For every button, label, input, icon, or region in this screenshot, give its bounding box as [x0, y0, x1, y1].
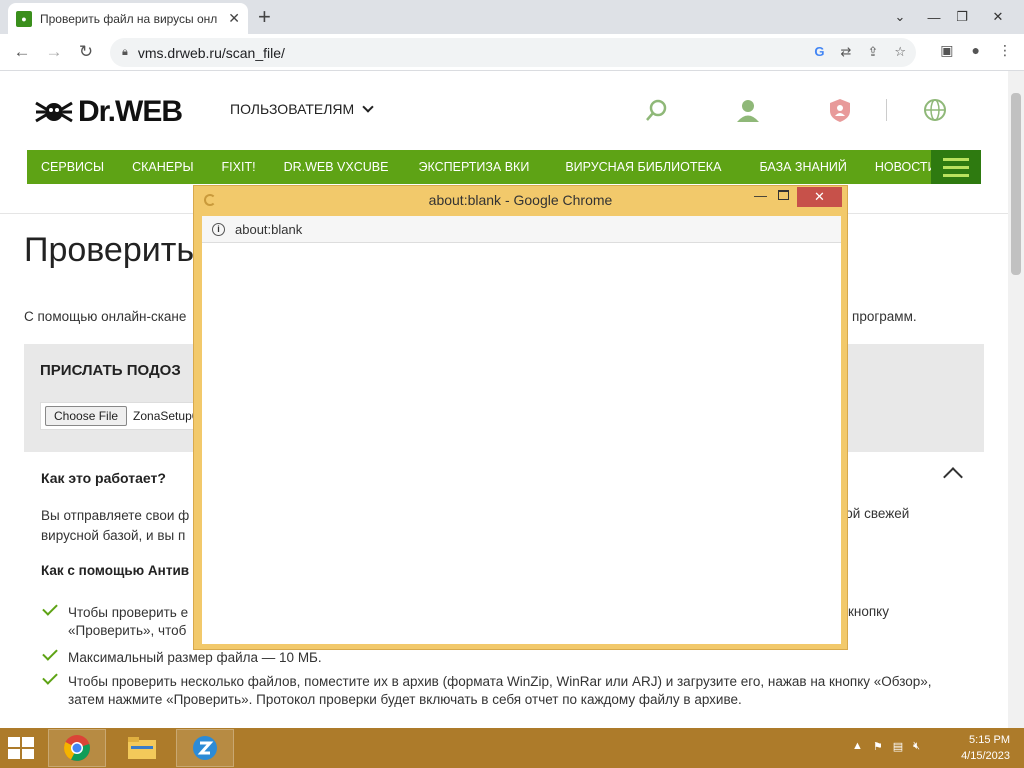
check-icon	[42, 669, 58, 685]
tab-title: Проверить файл на вирусы онл	[40, 11, 218, 26]
new-tab-button[interactable]: +	[258, 4, 271, 30]
address-bar[interactable]: 🔒︎ vms.drweb.ru/scan_file/ G ⇄ ⇪ ☆	[110, 38, 916, 67]
nav-item-fixit[interactable]: FIXIT!	[208, 160, 270, 174]
users-menu-label: ПОЛЬЗОВАТЕЛЯМ	[230, 101, 355, 117]
support-icon[interactable]	[735, 97, 761, 123]
popup-address-bar: i about:blank	[202, 216, 841, 243]
popup-url: about:blank	[235, 221, 303, 237]
users-menu[interactable]: ПОЛЬЗОВАТЕЛЯМ	[230, 101, 374, 117]
nav-item-virus-library[interactable]: ВИРУСНАЯ БИБЛИОТЕКА	[545, 160, 741, 174]
drweb-favicon-icon: ●	[16, 10, 32, 27]
translate-icon[interactable]: ⇄	[841, 44, 852, 60]
list-item-text: затем нажмите «Проверить». Протокол пров…	[68, 692, 742, 707]
choose-file-button[interactable]: Choose File	[45, 406, 128, 426]
lock-icon: 🔒︎	[122, 46, 128, 58]
side-panel-icon[interactable]: ▣	[940, 42, 953, 59]
file-name: ZonaSetup6	[133, 409, 199, 423]
tray-chevron-up-icon[interactable]: ▲	[852, 740, 863, 753]
clock[interactable]: 5:15 PM 4/15/2023	[961, 732, 1010, 764]
file-input[interactable]: Choose File ZonaSetup6	[40, 402, 204, 430]
folder-icon	[128, 737, 156, 759]
search-icon[interactable]	[644, 97, 670, 123]
check-icon	[42, 600, 58, 616]
clock-date: 4/15/2023	[961, 750, 1010, 762]
page-scrollbar[interactable]	[1008, 71, 1024, 728]
hamburger-menu-icon[interactable]	[931, 150, 981, 184]
list-item-text: Максимальный размер файла — 10 МБ.	[68, 650, 322, 665]
how-subtitle: Как с помощью Антив	[41, 563, 190, 578]
restore-button[interactable]: ❐	[946, 0, 978, 34]
reload-icon[interactable]: ↻	[70, 42, 102, 62]
network-icon[interactable]: ▤	[893, 740, 903, 753]
menu-dots-icon[interactable]: ⋮	[998, 42, 1012, 59]
main-nav: СЕРВИСЫ СКАНЕРЫ FIXIT! DR.WEB VXCUBE ЭКС…	[27, 150, 981, 184]
popup-minimize-button[interactable]: —	[754, 188, 767, 203]
globe-icon[interactable]	[922, 97, 948, 123]
logo-text: Dr.WEB	[78, 95, 183, 128]
chevron-down-icon	[362, 101, 374, 113]
taskbar-file-explorer[interactable]	[113, 729, 171, 767]
list-item-text: Чтобы проверить е	[68, 605, 189, 620]
browser-toolbar: ← → ↻ 🔒︎ vms.drweb.ru/scan_file/ G ⇄ ⇪ ☆…	[0, 34, 1024, 71]
system-tray: ▲ ⚑ ▤ 🔇︎	[852, 740, 920, 753]
drweb-logo[interactable]: Dr.WEB	[34, 95, 183, 129]
share-icon[interactable]: ⇪	[867, 44, 878, 60]
bookmark-star-icon[interactable]: ☆	[894, 44, 906, 60]
taskbar-zona[interactable]	[176, 729, 234, 767]
popup-window[interactable]: about:blank - Google Chrome — ✕ i about:…	[193, 185, 848, 650]
list-item-text: Чтобы проверить несколько файлов, помест…	[68, 674, 932, 689]
chrome-icon	[64, 735, 90, 761]
nav-item-vxcube[interactable]: DR.WEB VXCUBE	[270, 160, 403, 174]
windows-start-icon[interactable]	[8, 737, 34, 759]
popup-close-button[interactable]: ✕	[797, 187, 842, 207]
popup-content	[202, 243, 841, 644]
page-title: Проверить	[24, 231, 195, 269]
how-title[interactable]: Как это работает?	[41, 470, 166, 486]
spider-logo-icon	[35, 101, 73, 123]
nav-item-services[interactable]: СЕРВИСЫ	[27, 160, 118, 174]
how-paragraph-line1: Вы отправляете свои ф	[41, 508, 190, 523]
tab-strip: ● Проверить файл на вирусы онл ✕ + ⌄ — ❐…	[0, 0, 1024, 34]
intro-text-left: С помощью онлайн-скане	[24, 309, 187, 324]
popup-title: about:blank - Google Chrome	[428, 192, 613, 208]
volume-muted-icon[interactable]: 🔇︎	[913, 740, 920, 753]
chevron-up-icon[interactable]	[943, 467, 963, 487]
how-paragraph-line2: вирусной базой, и вы п	[41, 528, 186, 543]
windows-taskbar: ▲ ⚑ ▤ 🔇︎ 5:15 PM 4/15/2023	[0, 728, 1024, 768]
browser-tab[interactable]: ● Проверить файл на вирусы онл ✕	[8, 3, 248, 34]
how-paragraph: Вы отправляете свои ф вирусной базой, и …	[41, 506, 189, 546]
taskbar-chrome[interactable]	[48, 729, 106, 767]
popup-maximize-button[interactable]	[778, 190, 789, 200]
google-icon[interactable]: G	[814, 44, 824, 60]
check-icon	[42, 645, 58, 661]
list-item-text: «Проверить», чтоб	[68, 623, 187, 638]
back-icon[interactable]: ←	[6, 42, 38, 62]
info-icon[interactable]: i	[212, 222, 225, 236]
header-divider	[886, 99, 887, 121]
tab-search-icon[interactable]: ⌄	[884, 0, 916, 34]
list-item-right: кнопку	[848, 604, 889, 619]
upload-title: ПРИСЛАТЬ ПОДОЗ	[40, 362, 181, 379]
url-text: vms.drweb.ru/scan_file/	[137, 44, 285, 61]
scrollbar-thumb[interactable]	[1011, 93, 1021, 275]
forward-icon[interactable]: →	[38, 42, 70, 62]
window-close-button[interactable]: ✕	[982, 0, 1014, 34]
clock-time: 5:15 PM	[969, 734, 1010, 746]
action-center-flag-icon[interactable]: ⚑	[873, 740, 883, 753]
account-shield-icon[interactable]	[827, 97, 853, 123]
tab-close-icon[interactable]: ✕	[228, 10, 240, 27]
zona-icon	[193, 736, 217, 760]
profile-icon[interactable]: ●	[972, 42, 980, 59]
nav-item-expertise[interactable]: ЭКСПЕРТИЗА ВКИ	[402, 160, 545, 174]
nav-item-knowledge-base[interactable]: БАЗА ЗНАНИЙ	[741, 160, 860, 174]
nav-item-scanners[interactable]: СКАНЕРЫ	[118, 160, 207, 174]
